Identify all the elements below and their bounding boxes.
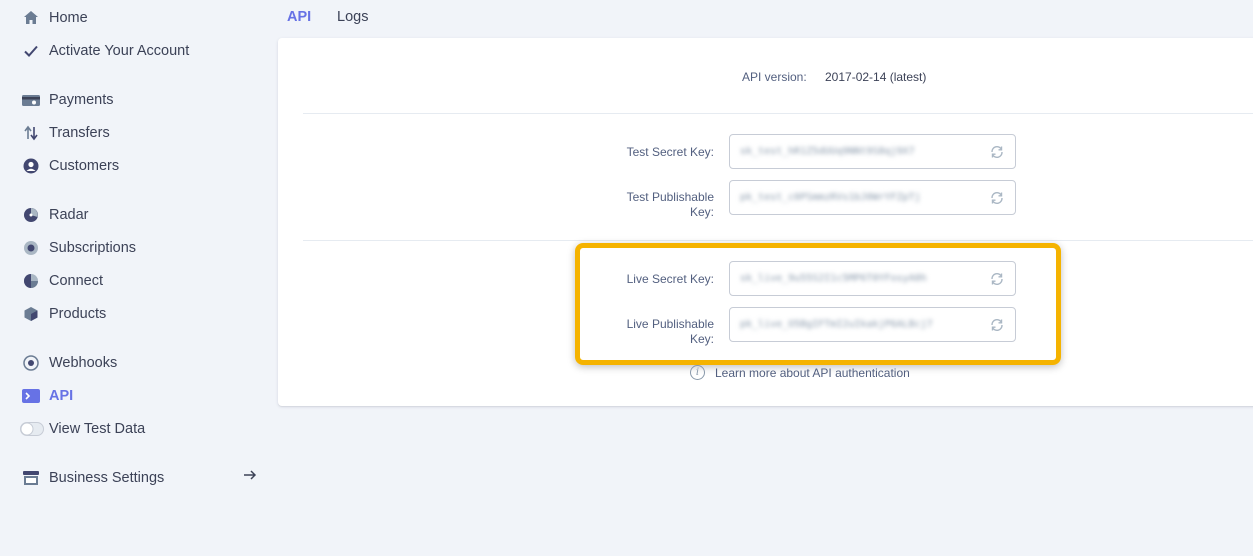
live-secret-key-label: Live Secret Key:: [554, 272, 714, 287]
sidebar-item-label: Customers: [49, 158, 120, 174]
test-publishable-key-label: Test Publishable Key:: [554, 190, 714, 220]
sidebar-item-label: Subscriptions: [49, 240, 137, 256]
sidebar-item-label: Activate Your Account: [49, 43, 190, 59]
subscriptions-icon: [22, 239, 40, 257]
sidebar-item-label: Payments: [49, 92, 114, 108]
store-icon: [22, 469, 40, 487]
learn-more-link[interactable]: i Learn more about API authentication: [690, 365, 910, 380]
test-publishable-key-label-line2: Key:: [689, 205, 714, 219]
live-secret-key-label-text: Live Secret Key:: [626, 272, 714, 286]
customers-icon: [22, 157, 40, 175]
products-icon: [22, 305, 40, 323]
api-icon: [22, 387, 40, 405]
info-icon: i: [690, 365, 705, 380]
sidebar-item-webhooks[interactable]: Webhooks: [22, 351, 117, 375]
sidebar-item-customers[interactable]: Customers: [22, 154, 119, 178]
roll-key-icon[interactable]: [989, 144, 1005, 160]
test-publishable-key-value[interactable]: pk_test_c0PSmmzRVs1bJ0WrYFZpTj: [740, 192, 975, 203]
live-publishable-key-label-line1: Live Publishable: [626, 317, 714, 331]
sidebar-item-label: Business Settings: [49, 470, 165, 486]
live-publishable-key-value[interactable]: pk_live_O5BgIFTmI2uIkakjP6ALBcj7: [740, 319, 975, 330]
sidebar: Home Activate Your Account Payments Tran…: [0, 0, 270, 556]
sidebar-item-label: API: [49, 388, 74, 404]
sidebar-item-label: View Test Data: [49, 421, 146, 437]
payments-icon: [22, 91, 40, 109]
sidebar-item-radar[interactable]: Radar: [22, 203, 89, 227]
live-publishable-key-field[interactable]: pk_live_O5BgIFTmI2uIkakjP6ALBcj7: [729, 307, 1016, 342]
learn-more-text[interactable]: Learn more about API authentication: [715, 366, 910, 380]
sidebar-item-label: Home: [49, 10, 88, 26]
api-keys-card: API version: 2017-02-14 (latest) Test Se…: [278, 38, 1253, 406]
divider: [303, 113, 1253, 114]
webhooks-icon: [22, 354, 40, 372]
sidebar-item-activate[interactable]: Activate Your Account: [22, 39, 189, 63]
sidebar-item-connect[interactable]: Connect: [22, 269, 103, 293]
sidebar-item-api[interactable]: API: [22, 384, 73, 408]
live-publishable-key-label-line2: Key:: [689, 332, 714, 346]
test-publishable-key-field[interactable]: pk_test_c0PSmmzRVs1bJ0WrYFZpTj: [729, 180, 1016, 215]
sidebar-item-label: Products: [49, 306, 107, 322]
transfers-icon: [22, 124, 40, 142]
sidebar-item-payments[interactable]: Payments: [22, 88, 113, 112]
radar-icon: [22, 206, 40, 224]
sidebar-item-products[interactable]: Products: [22, 302, 106, 326]
live-publishable-key-label: Live Publishable Key:: [554, 317, 714, 347]
test-secret-key-label: Test Secret Key:: [554, 145, 714, 160]
connect-icon: [22, 272, 40, 290]
divider: [303, 240, 1253, 241]
live-secret-key-field[interactable]: sk_live_9u55S2I1c5MP6T0YFosyA0h: [729, 261, 1016, 296]
test-secret-key-value[interactable]: sk_test_hR1Z5dUUq9NNt9S8qj9X7: [740, 146, 975, 157]
roll-key-icon[interactable]: [989, 271, 1005, 287]
tab-logs[interactable]: Logs: [337, 9, 368, 25]
arrow-right-icon[interactable]: [243, 468, 257, 487]
sidebar-item-label: Radar: [49, 207, 89, 223]
toggle-icon[interactable]: [20, 420, 44, 438]
view-test-data-toggle[interactable]: View Test Data: [20, 417, 145, 441]
home-icon: [22, 9, 40, 27]
roll-key-icon[interactable]: [989, 190, 1005, 206]
tab-api[interactable]: API: [287, 9, 311, 25]
api-version-value: 2017-02-14 (latest): [825, 70, 927, 84]
api-version-label: API version:: [742, 70, 807, 84]
test-secret-key-field[interactable]: sk_test_hR1Z5dUUq9NNt9S8qj9X7: [729, 134, 1016, 169]
sidebar-item-label: Connect: [49, 273, 104, 289]
sidebar-item-transfers[interactable]: Transfers: [22, 121, 110, 145]
sidebar-item-home[interactable]: Home: [22, 6, 88, 30]
test-publishable-key-label-line1: Test Publishable: [626, 190, 714, 204]
sidebar-item-label: Webhooks: [49, 355, 118, 371]
sidebar-item-label: Transfers: [49, 125, 110, 141]
roll-key-icon[interactable]: [989, 317, 1005, 333]
sidebar-item-business-settings[interactable]: Business Settings: [22, 466, 164, 490]
sidebar-item-subscriptions[interactable]: Subscriptions: [22, 236, 136, 260]
live-secret-key-value[interactable]: sk_live_9u55S2I1c5MP6T0YFosyA0h: [740, 273, 975, 284]
check-icon: [22, 42, 40, 60]
test-secret-key-label-text: Test Secret Key:: [626, 145, 714, 159]
